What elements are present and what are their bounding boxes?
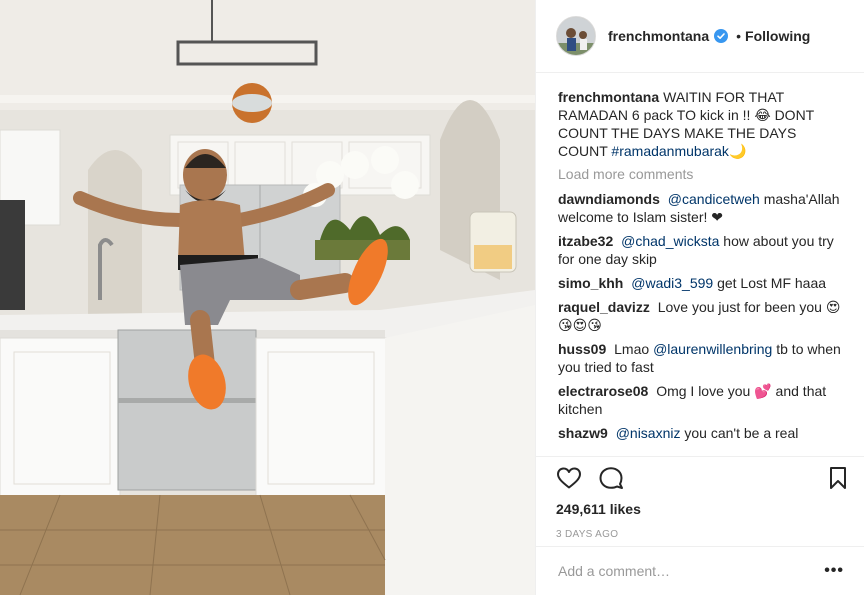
comment-username[interactable]: simo_khh	[558, 275, 623, 291]
post-photo[interactable]	[0, 0, 535, 595]
like-button[interactable]	[556, 466, 582, 490]
post-side-panel: frenchmontana • Following frenchmontana W…	[535, 0, 864, 595]
comment-item: itzabe32 @chad_wicksta how about you try…	[558, 232, 846, 268]
comment-username[interactable]: dawndiamonds	[558, 191, 660, 207]
comment-username[interactable]: raquel_davizz	[558, 299, 650, 315]
comment-item: simo_khh @wadi3_599 get Lost MF haaa	[558, 274, 846, 292]
add-comment-bar: •••	[536, 546, 864, 595]
comment-username[interactable]: shazw9	[558, 425, 608, 441]
comment-item: shazw9 @nisaxniz you can't be a real	[558, 424, 846, 442]
author-username[interactable]: frenchmontana	[608, 28, 709, 44]
caption-username[interactable]: frenchmontana	[558, 89, 659, 105]
comment-username[interactable]: electrarose08	[558, 383, 648, 399]
comment-text: you can't be a real	[684, 425, 799, 441]
post-header: frenchmontana • Following	[536, 0, 864, 73]
comment-mention[interactable]: @laurenwillenbring	[653, 341, 772, 357]
comment-text: Lmao	[614, 341, 650, 357]
more-options-button[interactable]: •••	[824, 562, 844, 580]
comment-text: get Lost MF haaa	[717, 275, 827, 291]
comment-username[interactable]: huss09	[558, 341, 606, 357]
comment-item: raquel_davizz Love you just for been you…	[558, 298, 846, 334]
action-icons-row	[556, 457, 848, 499]
heart-icon	[557, 467, 581, 489]
comment-item: electrarose08 Omg I love you 💕 and that …	[558, 382, 846, 418]
comment-item: dawndiamonds @candicetweh masha'Allah we…	[558, 190, 846, 226]
comment-bubble-icon	[599, 467, 623, 489]
likes-count[interactable]: 249,611 likes	[556, 501, 848, 517]
comment-mention[interactable]: @wadi3_599	[631, 275, 713, 291]
comment-item: huss09 Lmao @laurenwillenbring tb to whe…	[558, 340, 846, 376]
comment-mention[interactable]: @nisaxniz	[616, 425, 681, 441]
separator-dot: •	[736, 28, 742, 44]
caption-trailing-emoji: 🌙	[728, 143, 747, 159]
load-more-comments-button[interactable]: Load more comments	[558, 166, 846, 182]
add-comment-input[interactable]	[558, 563, 825, 579]
post-timestamp[interactable]: 3 DAYS AGO	[556, 529, 848, 540]
post-caption: frenchmontana WAITIN FOR THAT RAMADAN 6 p…	[558, 88, 846, 160]
avatar[interactable]	[556, 16, 596, 56]
comment-username[interactable]: itzabe32	[558, 233, 613, 249]
comments-list[interactable]: frenchmontana WAITIN FOR THAT RAMADAN 6 p…	[536, 74, 864, 456]
comment-mention[interactable]: @candicetweh	[668, 191, 760, 207]
bookmark-icon	[830, 467, 846, 489]
following-button[interactable]: Following	[745, 28, 810, 44]
kitchen-photo-illustration	[0, 0, 535, 595]
verified-badge-icon	[714, 29, 729, 43]
comment-button[interactable]	[598, 466, 624, 490]
comment-mention[interactable]: @chad_wicksta	[621, 233, 719, 249]
instagram-post: frenchmontana • Following frenchmontana W…	[0, 0, 864, 595]
save-button[interactable]	[828, 466, 848, 490]
post-actions: 249,611 likes 3 DAYS AGO	[536, 456, 864, 540]
avatar-image	[557, 17, 595, 55]
caption-hashtag[interactable]: #ramadanmubarak	[611, 143, 729, 159]
